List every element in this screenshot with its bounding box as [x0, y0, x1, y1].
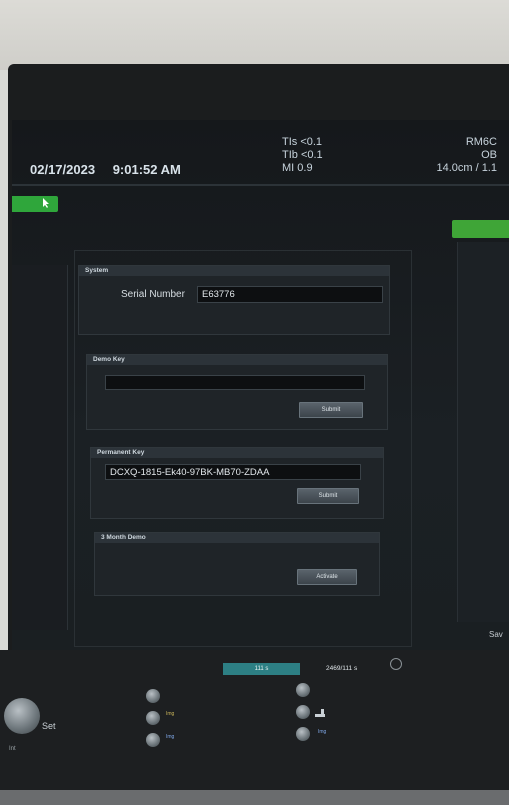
int-label: Int	[9, 746, 16, 752]
knob-4[interactable]	[296, 683, 310, 697]
save-label: Sav	[489, 630, 503, 639]
ultrasound-screen: 02/17/2023 9:01:52 AM TIs <0.1 RM6C TIb …	[12, 120, 509, 650]
bottom-control-strip: Sav 111 s 2469/111 s Set Int Img Img Img	[0, 630, 509, 800]
serial-number-field: E63776	[197, 286, 383, 303]
preset-text: OB	[481, 149, 497, 161]
knob-3[interactable]	[146, 733, 160, 747]
green-mode-button[interactable]	[12, 196, 58, 212]
three-month-demo-title: 3 Month Demo	[95, 533, 379, 543]
demo-submit-button[interactable]: Submit	[299, 402, 363, 418]
tis-text: TIs <0.1	[282, 136, 323, 148]
img-label-3: Img	[318, 729, 327, 735]
activate-button[interactable]: Activate	[297, 569, 357, 585]
probe-icon	[314, 705, 326, 723]
tib-text: TIb <0.1	[282, 149, 323, 161]
img-label-1: Img	[166, 711, 175, 717]
serial-number-label: Serial Number	[121, 289, 185, 300]
cine-progress-bar[interactable]: 111 s	[223, 663, 300, 675]
permanent-key-group: Permanent Key DCXQ-1815-Ek40-97BK-MB70-Z…	[90, 447, 384, 519]
header-datetime: 02/17/2023 9:01:52 AM	[30, 162, 195, 177]
right-green-button[interactable]	[452, 220, 509, 238]
knob-5[interactable]	[296, 705, 310, 719]
demo-key-title: Demo Key	[87, 355, 387, 365]
system-group-title: System	[79, 266, 389, 276]
wall-background	[0, 0, 509, 70]
permanent-submit-button[interactable]: Submit	[297, 488, 359, 504]
left-image-panel	[12, 265, 68, 630]
permanent-key-input[interactable]: DCXQ-1815-Ek40-97BK-MB70-ZDAA	[105, 464, 361, 480]
pointer-icon	[42, 197, 50, 212]
cine-counter: 2469/111 s	[326, 665, 358, 672]
header-divider	[12, 184, 509, 186]
header-acoustic-info: TIs <0.1 RM6C TIb <0.1 OB MI 0.9 14.0cm …	[282, 136, 497, 175]
knob-6[interactable]	[296, 727, 310, 741]
mi-text: MI 0.9	[282, 162, 313, 174]
date-text: 02/17/2023	[30, 162, 96, 177]
demo-key-input[interactable]	[105, 375, 365, 390]
set-label: Set	[42, 721, 56, 731]
permanent-key-title: Permanent Key	[91, 448, 383, 458]
set-trackball[interactable]	[4, 698, 40, 734]
demo-key-group: Demo Key Submit	[86, 354, 388, 430]
settings-dial-icon[interactable]	[390, 658, 402, 670]
knob-2[interactable]	[146, 711, 160, 725]
system-group: System Serial Number E63776	[78, 265, 390, 335]
knob-1[interactable]	[146, 689, 160, 703]
monitor-base	[0, 790, 509, 805]
depth-text: 14.0cm / 1.1	[436, 162, 497, 174]
img-label-2: Img	[166, 734, 175, 740]
time-text: 9:01:52 AM	[112, 162, 181, 177]
three-month-demo-group: 3 Month Demo Activate	[94, 532, 380, 596]
right-side-panel	[457, 242, 509, 622]
probe-text: RM6C	[465, 136, 497, 148]
